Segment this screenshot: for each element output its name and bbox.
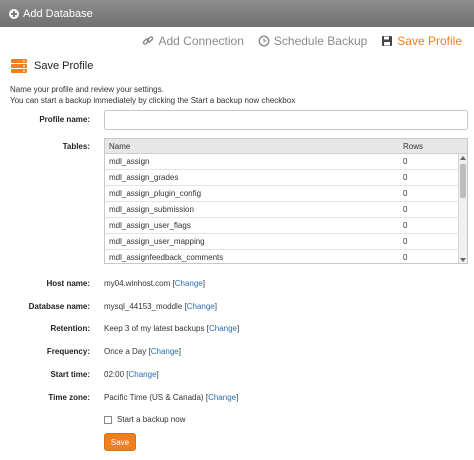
plus-icon[interactable] bbox=[9, 8, 19, 19]
start-time-label: Start time: bbox=[50, 370, 90, 379]
change-database-link[interactable]: Change bbox=[187, 302, 215, 311]
retention-label: Retention: bbox=[50, 324, 90, 333]
wizard-step-label: Schedule Backup bbox=[273, 34, 368, 48]
change-retention-link[interactable]: Change bbox=[209, 324, 237, 333]
table-name-cell: mdl_assign_plugin_config bbox=[109, 189, 202, 198]
wizard-steps: Add Connection Schedule Backup Save Prof… bbox=[142, 34, 462, 48]
table-name-cell: mdl_assignfeedback_comments bbox=[109, 253, 224, 262]
column-header-name: Name bbox=[109, 141, 131, 151]
frequency-value: Once a Day bbox=[104, 347, 147, 356]
table-name-cell: mdl_assign_user_flags bbox=[109, 221, 191, 230]
table-name-cell: mdl_assign_user_mapping bbox=[109, 237, 205, 246]
save-icon bbox=[382, 36, 393, 46]
link-icon bbox=[143, 36, 154, 45]
table-row[interactable]: mdl_assign_user_flags 0 bbox=[105, 218, 467, 234]
start-time-row: 02:00 [Change] bbox=[104, 370, 159, 379]
table-rows-cell: 0 bbox=[403, 189, 408, 198]
retention-value: Keep 3 of my latest backups bbox=[104, 324, 205, 333]
wizard-step-label: Save Profile bbox=[397, 34, 462, 48]
table-name-cell: mdl_assign_grades bbox=[109, 173, 179, 182]
section-title: Save Profile bbox=[34, 60, 94, 72]
start-backup-label: Start a backup now bbox=[117, 415, 186, 424]
database-name-row: mysql_44153_moddle [Change] bbox=[104, 302, 217, 311]
intro-line-1: Name your profile and review your settin… bbox=[10, 85, 164, 94]
table-name-cell: mdl_assign_submission bbox=[109, 205, 194, 214]
start-time-value: 02:00 bbox=[104, 370, 125, 379]
wizard-step-save-profile[interactable]: Save Profile bbox=[381, 34, 462, 48]
database-name-label: Database name: bbox=[28, 302, 90, 311]
bracket-close: ] bbox=[178, 347, 181, 356]
table-row[interactable]: mdl_assign_submission 0 bbox=[105, 202, 467, 218]
table-name-cell: mdl_assign bbox=[109, 157, 150, 166]
scroll-up-icon[interactable] bbox=[460, 156, 466, 160]
server-stack-icon bbox=[11, 59, 27, 73]
bracket-close: ] bbox=[214, 302, 218, 311]
change-start-time-link[interactable]: Change bbox=[129, 370, 157, 379]
intro-text: Name your profile and review your settin… bbox=[10, 84, 295, 106]
retention-row: Keep 3 of my latest backups [Change] bbox=[104, 324, 239, 333]
table-row[interactable]: mdl_assign_plugin_config 0 bbox=[105, 186, 467, 202]
time-zone-row: Pacific Time (US & Canada) [Change] bbox=[104, 393, 238, 402]
tables-list[interactable]: Name Rows mdl_assign 0 mdl_assign_grades… bbox=[104, 138, 468, 264]
table-row[interactable]: mdl_assignfeedback_comments 0 bbox=[105, 250, 467, 263]
change-time-zone-link[interactable]: Change bbox=[208, 393, 236, 402]
table-row[interactable]: mdl_assign_grades 0 bbox=[105, 170, 467, 186]
table-rows-cell: 0 bbox=[403, 173, 408, 182]
frequency-label: Frequency: bbox=[46, 347, 90, 356]
section-header: Save Profile bbox=[10, 58, 93, 74]
scroll-down-icon[interactable] bbox=[460, 258, 466, 262]
wizard-step-add-connection[interactable]: Add Connection bbox=[142, 34, 244, 48]
time-zone-value: Pacific Time (US & Canada) bbox=[104, 393, 204, 402]
time-zone-label: Time zone: bbox=[48, 393, 90, 402]
profile-name-label: Profile name: bbox=[39, 115, 90, 124]
start-backup-checkbox[interactable] bbox=[104, 415, 112, 424]
host-name-value: my04.winhost.com bbox=[104, 279, 171, 288]
clock-icon bbox=[258, 35, 270, 47]
change-frequency-link[interactable]: Change bbox=[151, 347, 179, 356]
frequency-row: Once a Day [Change] bbox=[104, 347, 181, 356]
window-titlebar: Add Database bbox=[0, 0, 474, 27]
bracket-close: ] bbox=[156, 370, 159, 379]
table-header: Name Rows bbox=[105, 139, 467, 154]
scroll-thumb[interactable] bbox=[460, 164, 466, 198]
database-name-value: mysql_44153_moddle bbox=[104, 302, 183, 311]
table-row[interactable]: mdl_assign_user_mapping 0 bbox=[105, 234, 467, 250]
host-name-label: Host name: bbox=[46, 279, 90, 288]
table-row[interactable]: mdl_assign 0 bbox=[105, 154, 467, 170]
table-rows-cell: 0 bbox=[403, 205, 408, 214]
wizard-step-schedule-backup[interactable]: Schedule Backup bbox=[258, 34, 367, 48]
intro-line-2: You can start a backup immediately by cl… bbox=[10, 96, 296, 105]
bracket-close: ] bbox=[237, 324, 240, 333]
bracket-close: ] bbox=[236, 393, 239, 402]
tables-scrollbar[interactable] bbox=[458, 154, 467, 263]
column-header-rows: Rows bbox=[403, 141, 424, 151]
table-rows-cell: 0 bbox=[403, 237, 408, 246]
wizard-step-label: Add Connection bbox=[158, 34, 244, 48]
window-title: Add Database bbox=[23, 7, 93, 20]
table-rows-cell: 0 bbox=[403, 253, 408, 262]
save-button[interactable]: Save bbox=[104, 433, 136, 451]
start-backup-option[interactable]: Start a backup now bbox=[104, 415, 185, 424]
change-host-link[interactable]: Change bbox=[175, 279, 203, 288]
table-rows-cell: 0 bbox=[403, 221, 408, 230]
tables-label: Tables: bbox=[62, 142, 90, 151]
bracket-close: ] bbox=[202, 279, 205, 288]
host-name-row: my04.winhost.com [Change] bbox=[104, 279, 205, 288]
profile-name-input[interactable] bbox=[104, 110, 468, 130]
table-rows-cell: 0 bbox=[403, 157, 408, 166]
